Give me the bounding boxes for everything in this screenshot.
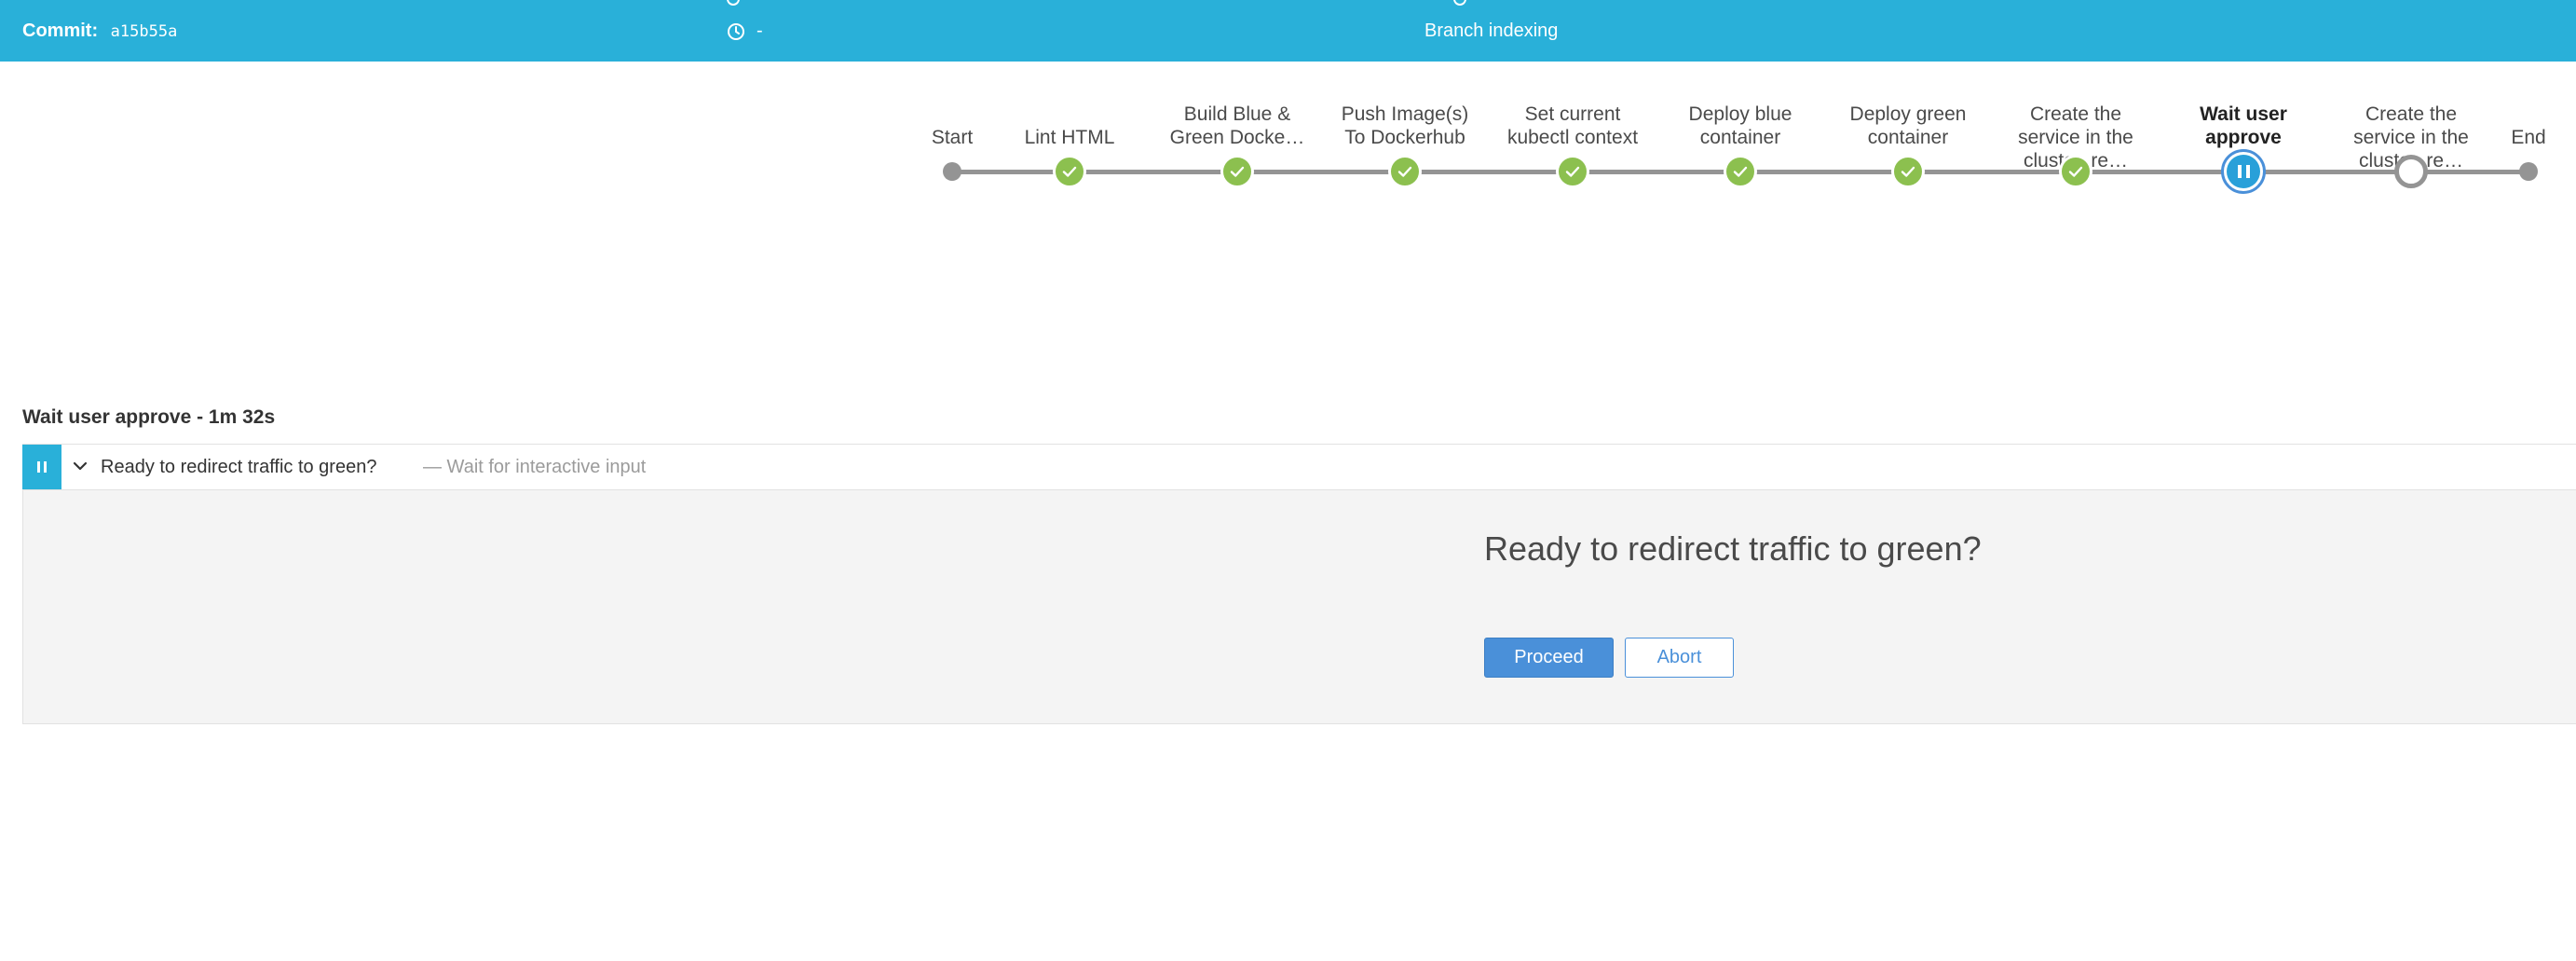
stage-label: Deploy green container [1815, 103, 2001, 149]
clock-icon [728, 22, 744, 40]
step-name: Ready to redirect traffic to green? [101, 457, 377, 477]
stage-label: Build Blue & Green Docke… [1144, 103, 1330, 149]
input-question: Ready to redirect traffic to green? [1484, 529, 1982, 568]
commit-label: Commit: [22, 21, 99, 41]
stage-end: End [2435, 62, 2576, 276]
stage-label-text: Set current kubectl context [1506, 103, 1639, 148]
paused-icon[interactable] [2221, 149, 2266, 194]
proceed-button[interactable]: Proceed [1484, 638, 1614, 678]
paused-status-icon [22, 445, 61, 489]
stage-label: Push Image(s) To Dockerhub [1312, 103, 1498, 149]
duration-info: - [727, 21, 763, 42]
input-step-panel: Ready to redirect traffic to green? Proc… [22, 490, 2576, 724]
stage-label: Set current kubectl context [1479, 103, 1666, 149]
duration-value: - [756, 21, 763, 41]
end-node-icon [2519, 162, 2538, 181]
success-check-icon[interactable] [1220, 155, 1254, 188]
stage-build-images[interactable]: Build Blue & Green Docke… [1144, 62, 1330, 276]
run-cause: Branch indexing [1424, 21, 1559, 41]
stage-label-text: Push Image(s) To Dockerhub [1341, 103, 1469, 148]
stage-wait-user-approve[interactable]: Wait user approve [2150, 62, 2337, 276]
stage-label-text: Deploy blue container [1688, 103, 1792, 148]
commit-hash-link[interactable]: a15b55a [111, 22, 178, 41]
stage-label-text: Deploy green container [1849, 103, 1967, 148]
run-details-header: Commit: a15b55a - Branch indexing [0, 0, 2576, 62]
stage-label: Deploy blue container [1647, 103, 1833, 149]
stage-label: End [2511, 127, 2546, 148]
pipeline-graph: Start Lint HTML Build Blue & Green Docke… [0, 62, 2576, 276]
success-check-icon[interactable] [1388, 155, 1422, 188]
success-check-icon[interactable] [1556, 155, 1589, 188]
start-node-icon [943, 162, 961, 181]
stage-push-images[interactable]: Push Image(s) To Dockerhub [1312, 62, 1498, 276]
stage-kubectl-context[interactable]: Set current kubectl context [1479, 62, 1666, 276]
stage-label-text: Wait user approve [2200, 103, 2287, 148]
success-check-icon[interactable] [1053, 155, 1086, 188]
step-description: — Wait for interactive input [423, 457, 647, 477]
stage-create-service-1[interactable]: Create the service in the cluster, re… [1983, 62, 2169, 276]
success-check-icon[interactable] [1891, 155, 1925, 188]
stage-deploy-green[interactable]: Deploy green container [1815, 62, 2001, 276]
header-overflow-icon [1453, 0, 1466, 6]
success-check-icon[interactable] [1724, 155, 1757, 188]
stage-deploy-blue[interactable]: Deploy blue container [1647, 62, 1833, 276]
success-check-icon[interactable] [2059, 155, 2092, 188]
commit-info: Commit: a15b55a [22, 21, 177, 42]
stage-label-text: Build Blue & Green Docke… [1169, 103, 1305, 148]
selected-stage-title: Wait user approve - 1m 32s [22, 406, 276, 428]
chevron-down-icon[interactable] [71, 457, 89, 475]
abort-button[interactable]: Abort [1625, 638, 1734, 678]
stage-lint-html[interactable]: Lint HTML [976, 62, 1163, 276]
stage-label: Lint HTML [1024, 127, 1115, 148]
not-built-circle-icon[interactable] [2394, 155, 2428, 188]
step-row[interactable]: Ready to redirect traffic to green? — Wa… [22, 444, 2576, 490]
stage-label: Wait user approve [2150, 103, 2337, 149]
header-overflow-icon [727, 0, 740, 6]
